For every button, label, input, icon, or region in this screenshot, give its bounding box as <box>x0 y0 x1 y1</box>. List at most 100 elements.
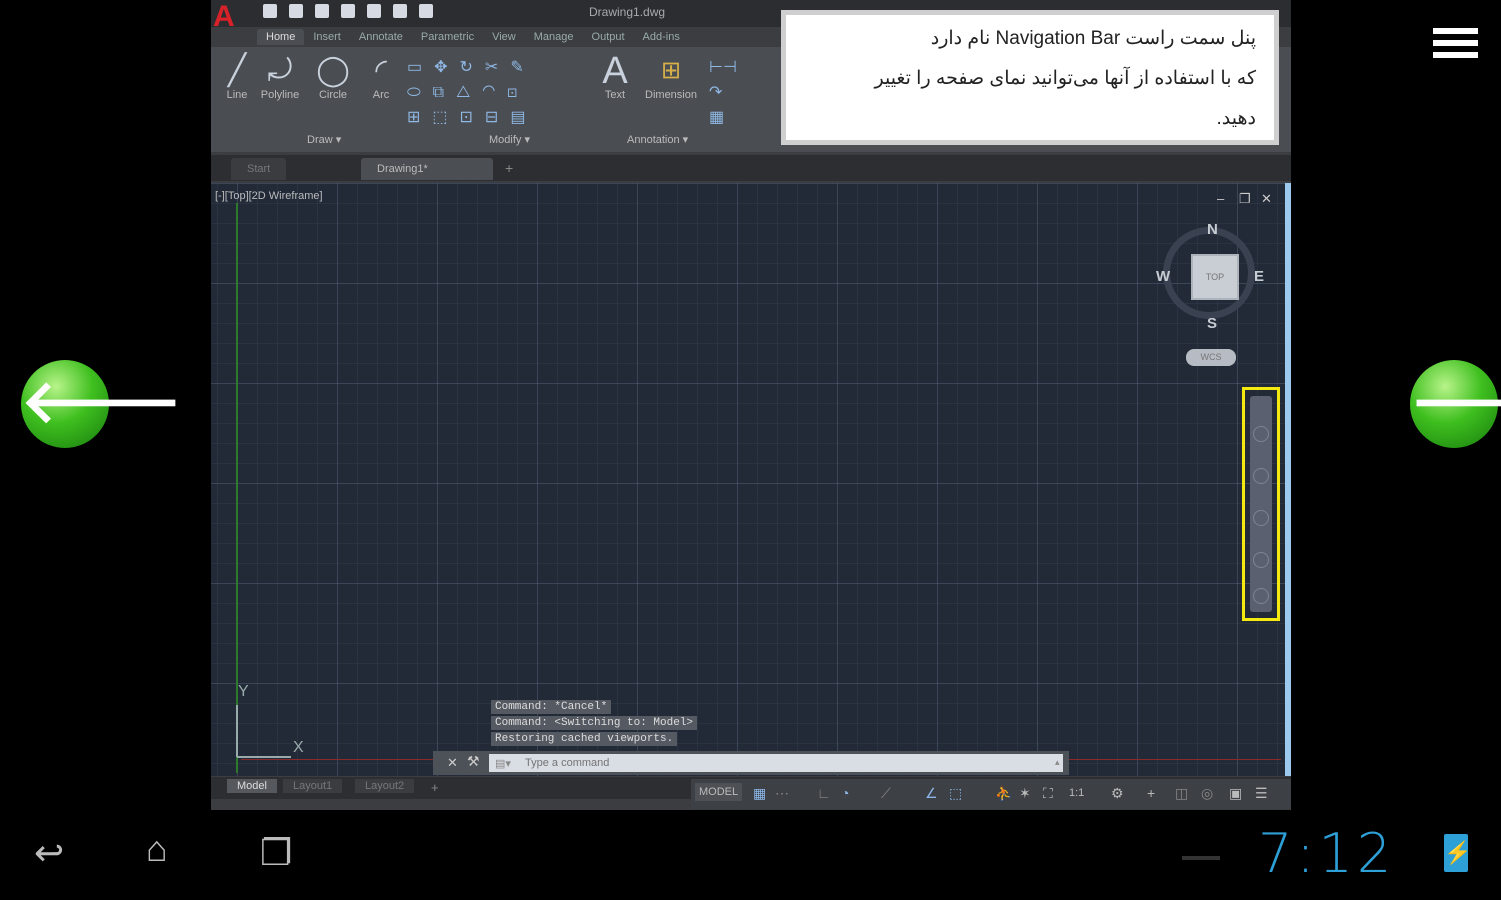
text-tool-button[interactable]: A Text <box>595 52 635 101</box>
dimension-icon: ⊞ <box>660 57 682 84</box>
polyline-icon: ⤾ <box>267 54 293 87</box>
auto-scale-icon[interactable]: ✶ <box>1019 785 1031 802</box>
recent-commands-icon[interactable]: ▤▾ <box>495 757 511 770</box>
layout-tab-layout2[interactable]: Layout2 <box>355 779 415 793</box>
object-snap-tracking-icon[interactable]: ∠ <box>925 785 938 802</box>
modify-tools-icons[interactable]: ▭✥↻✂✎ ⬭⧉△◠⊡ ⊞⬚⊡⊟▤ <box>407 55 627 126</box>
steering-wheel-icon[interactable] <box>1253 426 1269 442</box>
ribbon-tab-view[interactable]: View <box>483 29 525 45</box>
minimize-viewport-icon[interactable]: – <box>1217 191 1224 206</box>
ribbon-tab-home[interactable]: Home <box>257 29 305 45</box>
add-icon[interactable]: + <box>1147 785 1155 801</box>
save-web-icon[interactable] <box>393 4 407 18</box>
annotation-group-label[interactable]: Annotation ▾ <box>627 133 688 146</box>
ucs-x-arm <box>237 756 291 758</box>
next-page-button[interactable]: 🡒 <box>1410 360 1501 448</box>
ribbon-tab-manage[interactable]: Manage <box>525 29 583 45</box>
recent-apps-icon[interactable]: ❐ <box>260 832 292 874</box>
showmotion-icon[interactable] <box>1253 588 1269 604</box>
ribbon-tab-insert[interactable]: Insert <box>304 29 350 45</box>
grid-icon[interactable]: ▦ <box>753 785 766 802</box>
new-layout-button[interactable]: + <box>431 780 439 795</box>
arc-tool-button[interactable]: ◜ Arc <box>361 53 401 101</box>
viewcube-top-face[interactable]: TOP <box>1191 254 1239 300</box>
tutorial-tooltip: پنل سمت راست Navigation Bar نام دارد که … <box>781 10 1279 145</box>
restore-viewport-icon[interactable]: ❐ <box>1239 191 1251 207</box>
dimension-tool-button[interactable]: ⊞ Dimension <box>639 53 703 101</box>
polar-icon[interactable]: ◔ <box>841 785 849 801</box>
circle-icon: ◯ <box>316 54 350 87</box>
layout-tab-model[interactable]: Model <box>227 779 277 793</box>
snap-icon[interactable]: ⋯ <box>775 785 789 802</box>
hardware-acceleration-icon[interactable]: ◎ <box>1201 785 1213 802</box>
autocad-logo-icon[interactable]: A <box>213 0 249 34</box>
command-history-line: Restoring cached viewports. <box>491 732 678 746</box>
battery-icon[interactable]: ⚡ <box>1444 834 1471 872</box>
customize-wrench-icon[interactable]: ⚒ <box>467 753 480 770</box>
menu-bar <box>1433 52 1478 58</box>
compass-east[interactable]: E <box>1254 268 1264 285</box>
compass-west[interactable]: W <box>1156 268 1170 285</box>
compass-north[interactable]: N <box>1207 221 1218 238</box>
line-tool-button[interactable]: ╱ Line <box>217 53 257 101</box>
zoom-extents-icon[interactable] <box>1253 510 1269 526</box>
annotation-scale-value[interactable]: 1:1 <box>1069 787 1084 799</box>
ribbon-tab-addins[interactable]: Add-ins <box>634 29 689 45</box>
save-icon[interactable] <box>315 4 329 18</box>
command-history-line: Command: <Switching to: Model> <box>491 716 698 730</box>
isolate-objects-icon[interactable]: ◫ <box>1175 785 1188 802</box>
home-icon[interactable]: ⌂ <box>146 828 168 870</box>
compass-south[interactable]: S <box>1207 315 1217 332</box>
tooltip-line-3: دهید. <box>1216 108 1256 129</box>
annotation-visibility-icon[interactable]: ⛹ <box>995 785 1012 802</box>
doc-tab-drawing1[interactable]: Drawing1* <box>361 158 493 180</box>
new-tab-button[interactable]: + <box>505 160 513 176</box>
viewport-controls-label[interactable]: [-][Top][2D Wireframe] <box>215 190 323 202</box>
back-icon[interactable]: ↩ <box>34 832 64 874</box>
drawing-canvas[interactable]: [-][Top][2D Wireframe] – ❐ ✕ Y X TOP N S… <box>211 183 1285 776</box>
menu-bar <box>1433 40 1478 46</box>
open-file-icon[interactable] <box>289 4 303 18</box>
text-tool-label: Text <box>604 89 626 101</box>
annotation-scale-icon[interactable]: ⛶ <box>1043 785 1053 802</box>
arrow-right-icon: 🡒 <box>1410 368 1501 435</box>
plot-icon[interactable] <box>419 4 433 18</box>
ribbon-tab-parametric[interactable]: Parametric <box>412 29 483 45</box>
close-command-line-icon[interactable]: ✕ <box>447 755 458 771</box>
new-file-icon[interactable] <box>263 4 277 18</box>
ribbon-tab-annotate[interactable]: Annotate <box>350 29 412 45</box>
workspace-gear-icon[interactable]: ⚙ <box>1111 785 1124 802</box>
clean-screen-icon[interactable]: ▣ <box>1229 785 1242 802</box>
clock[interactable]: 7:12 <box>1258 822 1395 885</box>
arc-icon: ◜ <box>375 54 387 87</box>
command-dropdown-icon[interactable]: ▴ <box>1055 757 1060 768</box>
file-title: Drawing1.dwg <box>589 5 666 19</box>
circle-tool-button[interactable]: ◯ Circle <box>311 53 355 101</box>
modify-group-label[interactable]: Modify ▾ <box>489 133 530 146</box>
draw-group-label[interactable]: Draw ▾ <box>307 133 341 146</box>
model-space-button[interactable]: MODEL <box>695 783 743 801</box>
customization-menu-icon[interactable]: ☰ <box>1255 785 1268 802</box>
save-as-icon[interactable] <box>341 4 355 18</box>
layout-tab-layout1[interactable]: Layout1 <box>283 779 343 793</box>
dimension-tool-label: Dimension <box>645 89 697 101</box>
command-input[interactable] <box>489 754 1063 772</box>
ucs-x-label: X <box>293 739 304 756</box>
open-web-icon[interactable] <box>367 4 381 18</box>
isodraft-icon[interactable]: ⟋ <box>881 785 891 802</box>
orbit-icon[interactable] <box>1253 552 1269 568</box>
pan-icon[interactable] <box>1253 468 1269 484</box>
hamburger-menu-icon[interactable] <box>1433 28 1478 64</box>
previous-page-button[interactable]: 🡐 <box>21 360 182 448</box>
wcs-menu[interactable]: WCS <box>1186 349 1236 366</box>
ortho-icon[interactable]: ∟ <box>817 785 831 801</box>
ribbon-tab-output[interactable]: Output <box>583 29 634 45</box>
doc-tab-start[interactable]: Start <box>231 158 287 180</box>
annotation-tools-icons[interactable]: ⊢⊣ ↷ ▦ <box>709 55 749 126</box>
close-viewport-icon[interactable]: ✕ <box>1261 191 1272 207</box>
polyline-tool-button[interactable]: ⤾ Polyline <box>257 53 303 101</box>
object-snap-icon[interactable]: ⬚ <box>949 785 962 802</box>
command-history: Command: *Cancel* Command: <Switching to… <box>491 700 698 748</box>
line-tool-label: Line <box>226 89 248 101</box>
navigation-bar <box>1250 396 1272 612</box>
